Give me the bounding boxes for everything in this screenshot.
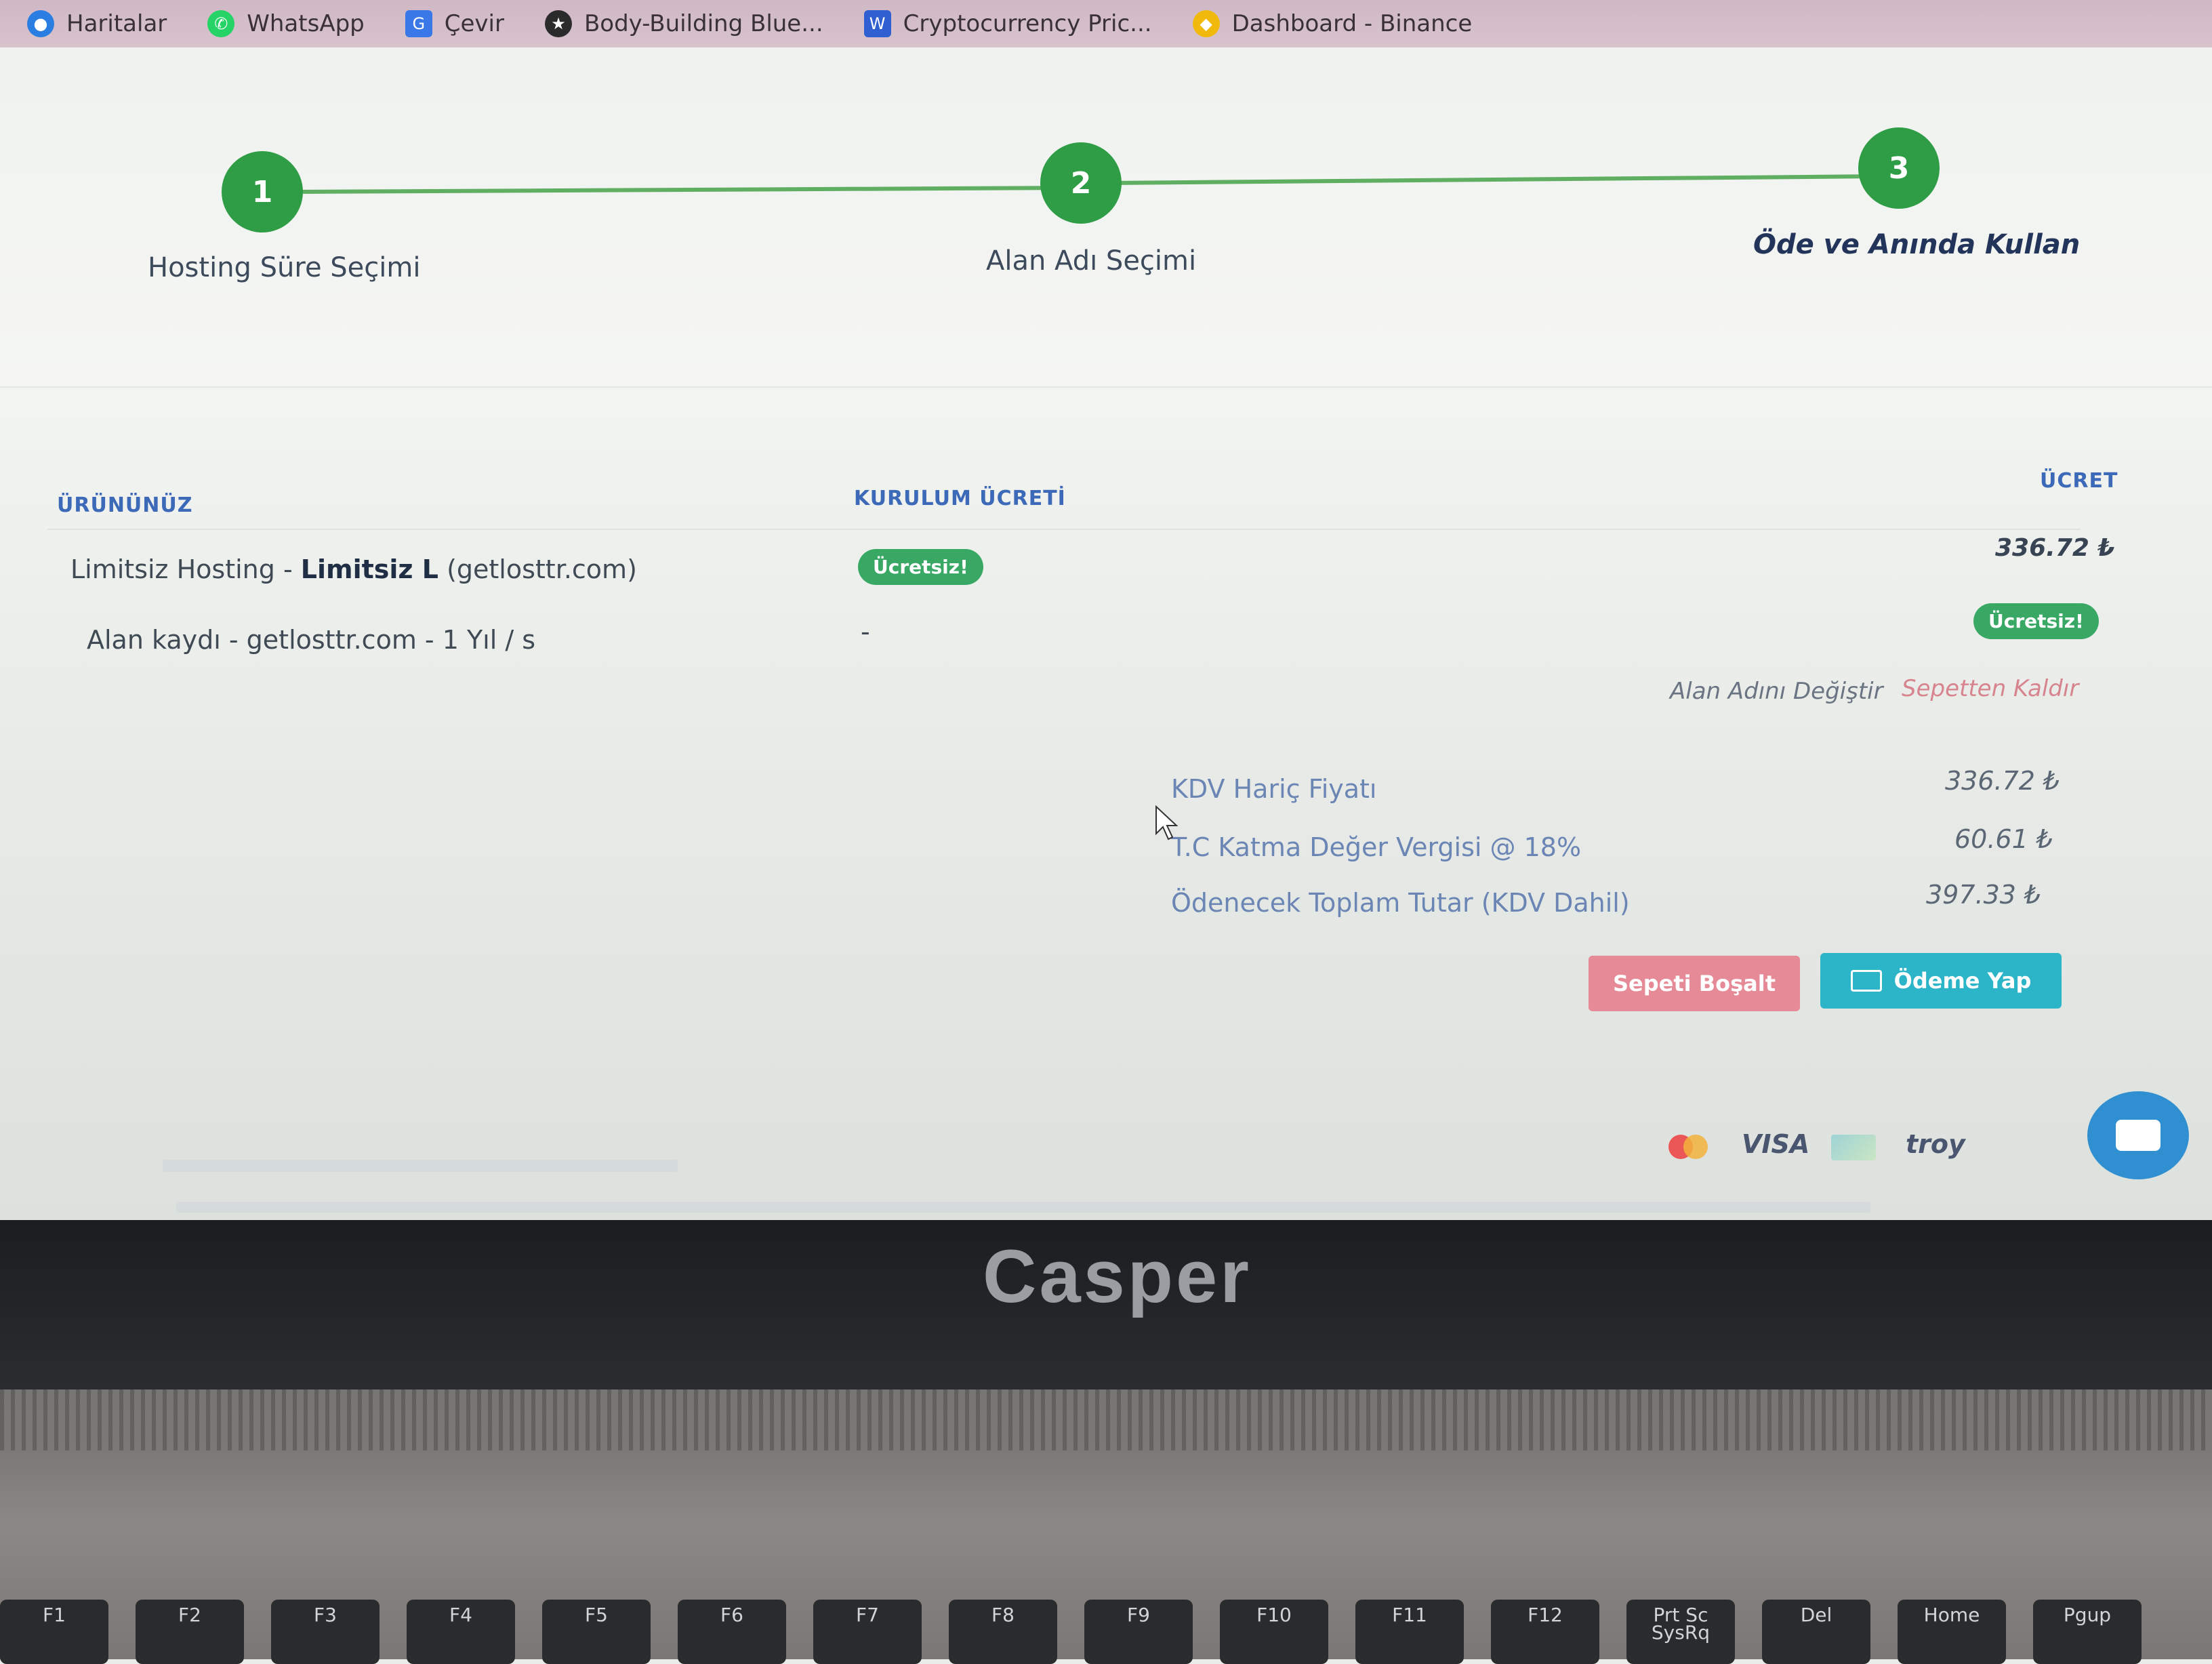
checkout-stepper: 1 Hosting Süre Seçimi 2 Alan Adı Seçimi … [0, 47, 2212, 388]
bookmark-label: Cryptocurrency Pric... [903, 10, 1152, 37]
key-prt-sc-sysrq: Prt Sc SysRq [1626, 1600, 1735, 1664]
key-f4: F4 [407, 1600, 515, 1664]
translate-icon: G [405, 10, 432, 37]
empty-cart-button[interactable]: Sepeti Boşalt [1589, 956, 1800, 1011]
bookmark-label: Haritalar [66, 10, 167, 37]
bookmarks-bar: ● Haritalar ✆ WhatsApp G Çevir ★ Body-Bu… [0, 0, 2212, 47]
bookmark-binance[interactable]: ◆ Dashboard - Binance [1192, 10, 1473, 37]
domain-setup-fee: - [861, 617, 870, 647]
key-f3: F3 [271, 1600, 380, 1664]
mastercard-icon [1668, 1135, 1709, 1159]
web-page: 1 Hosting Süre Seçimi 2 Alan Adı Seçimi … [0, 47, 2212, 1220]
header-price: ÜCRET [2040, 469, 2118, 493]
step-number: 1 [251, 174, 273, 209]
laptop-brand-logo: Casper [983, 1235, 1252, 1318]
product-plan: Limitsiz L [300, 554, 438, 584]
footer-notice [176, 1197, 1870, 1217]
product-hosting: Limitsiz Hosting - Limitsiz L (getlosttr… [70, 554, 637, 584]
stepper-line-2-3 [1118, 174, 1871, 185]
troy-logo: troy [1906, 1129, 1965, 1159]
step-3-circle: 3 [1858, 127, 1940, 209]
bookmark-label: Çevir [444, 10, 504, 37]
domain-price-free-badge: Ücretsiz! [1973, 603, 2099, 639]
change-domain-link[interactable]: Alan Adını Değiştir [1670, 678, 1883, 705]
step-number: 3 [1888, 150, 1910, 186]
pay-button[interactable]: Ödeme Yap [1820, 953, 2062, 1009]
vat-label: T.C Katma Değer Vergisi @ 18% [1171, 832, 1582, 862]
remove-from-cart-link[interactable]: Sepetten Kaldır [1902, 675, 2078, 702]
live-chat-button[interactable] [2087, 1091, 2189, 1179]
key-f6: F6 [678, 1600, 786, 1664]
card-icon [1831, 1135, 1876, 1160]
total-value: 397.33 ₺ [1926, 880, 2041, 910]
product-domain-registration: Alan kaydı - getlosttr.com - 1 Yıl / s [87, 625, 536, 655]
key-f12: F12 [1491, 1600, 1599, 1664]
header-setup-fee: KURULUM ÜCRETİ [854, 487, 1066, 510]
key-f1: F1 [0, 1600, 108, 1664]
key-f11: F11 [1355, 1600, 1464, 1664]
maps-icon: ● [27, 10, 54, 37]
key-pgup: Pgup [2033, 1600, 2142, 1664]
product-domain: (getlosttr.com) [438, 554, 637, 584]
mouse-cursor-icon [1155, 805, 1178, 840]
bookmark-label: Dashboard - Binance [1231, 10, 1473, 37]
setup-free-badge: Ücretsiz! [858, 549, 983, 585]
total-label: Ödenecek Toplam Tutar (KDV Dahil) [1171, 888, 1630, 918]
stepper-line-1-2 [298, 185, 1085, 195]
key-f7: F7 [813, 1600, 922, 1664]
key-f5: F5 [542, 1600, 651, 1664]
bookmark-crypto[interactable]: W Cryptocurrency Pric... [863, 10, 1152, 37]
bookmark-label: WhatsApp [247, 10, 365, 37]
key-f2: F2 [136, 1600, 244, 1664]
step-1-label: Hosting Süre Seçimi [148, 252, 421, 283]
subtotal-label: KDV Hariç Fiyatı [1171, 774, 1377, 804]
bookmark-maps[interactable]: ● Haritalar [27, 10, 167, 37]
step-3-label: Öde ve Anında Kullan [1753, 229, 2081, 260]
key-home: Home [1898, 1600, 2006, 1664]
key-f9: F9 [1084, 1600, 1193, 1664]
step-2-circle: 2 [1040, 142, 1122, 224]
footer-copyright [163, 1156, 678, 1177]
bookmark-whatsapp[interactable]: ✆ WhatsApp [207, 10, 365, 37]
binance-icon: ◆ [1192, 10, 1220, 37]
empty-cart-label: Sepeti Boşalt [1612, 971, 1776, 996]
step-1-circle: 1 [222, 151, 303, 232]
key-f10: F10 [1220, 1600, 1328, 1664]
key-del: Del [1762, 1600, 1870, 1664]
vat-value: 60.61 ₺ [1954, 824, 2053, 854]
credit-card-icon [1850, 970, 1882, 992]
subtotal-value: 336.72 ₺ [1945, 766, 2060, 796]
bookmark-label: Body-Building Blue... [583, 10, 823, 37]
speaker-grille [0, 1389, 2212, 1450]
hosting-price: 336.72 ₺ [1995, 534, 2115, 562]
header-divider [47, 529, 2081, 530]
crypto-icon: W [863, 10, 891, 37]
step-number: 2 [1070, 165, 1092, 201]
step-2-label: Alan Adı Seçimi [986, 245, 1197, 277]
bodybuilding-icon: ★ [544, 10, 572, 37]
chat-bubble-icon [2116, 1120, 2160, 1151]
whatsapp-icon: ✆ [207, 10, 235, 37]
pay-label: Ödeme Yap [1893, 968, 2032, 994]
visa-logo: VISA [1742, 1129, 1810, 1159]
key-f8: F8 [949, 1600, 1057, 1664]
header-product: ÜRÜNÜNÜZ [57, 493, 193, 517]
product-prefix: Limitsiz Hosting - [70, 554, 301, 584]
bookmark-translate[interactable]: G Çevir [405, 10, 504, 37]
bookmark-bodybuilding[interactable]: ★ Body-Building Blue... [544, 10, 823, 37]
